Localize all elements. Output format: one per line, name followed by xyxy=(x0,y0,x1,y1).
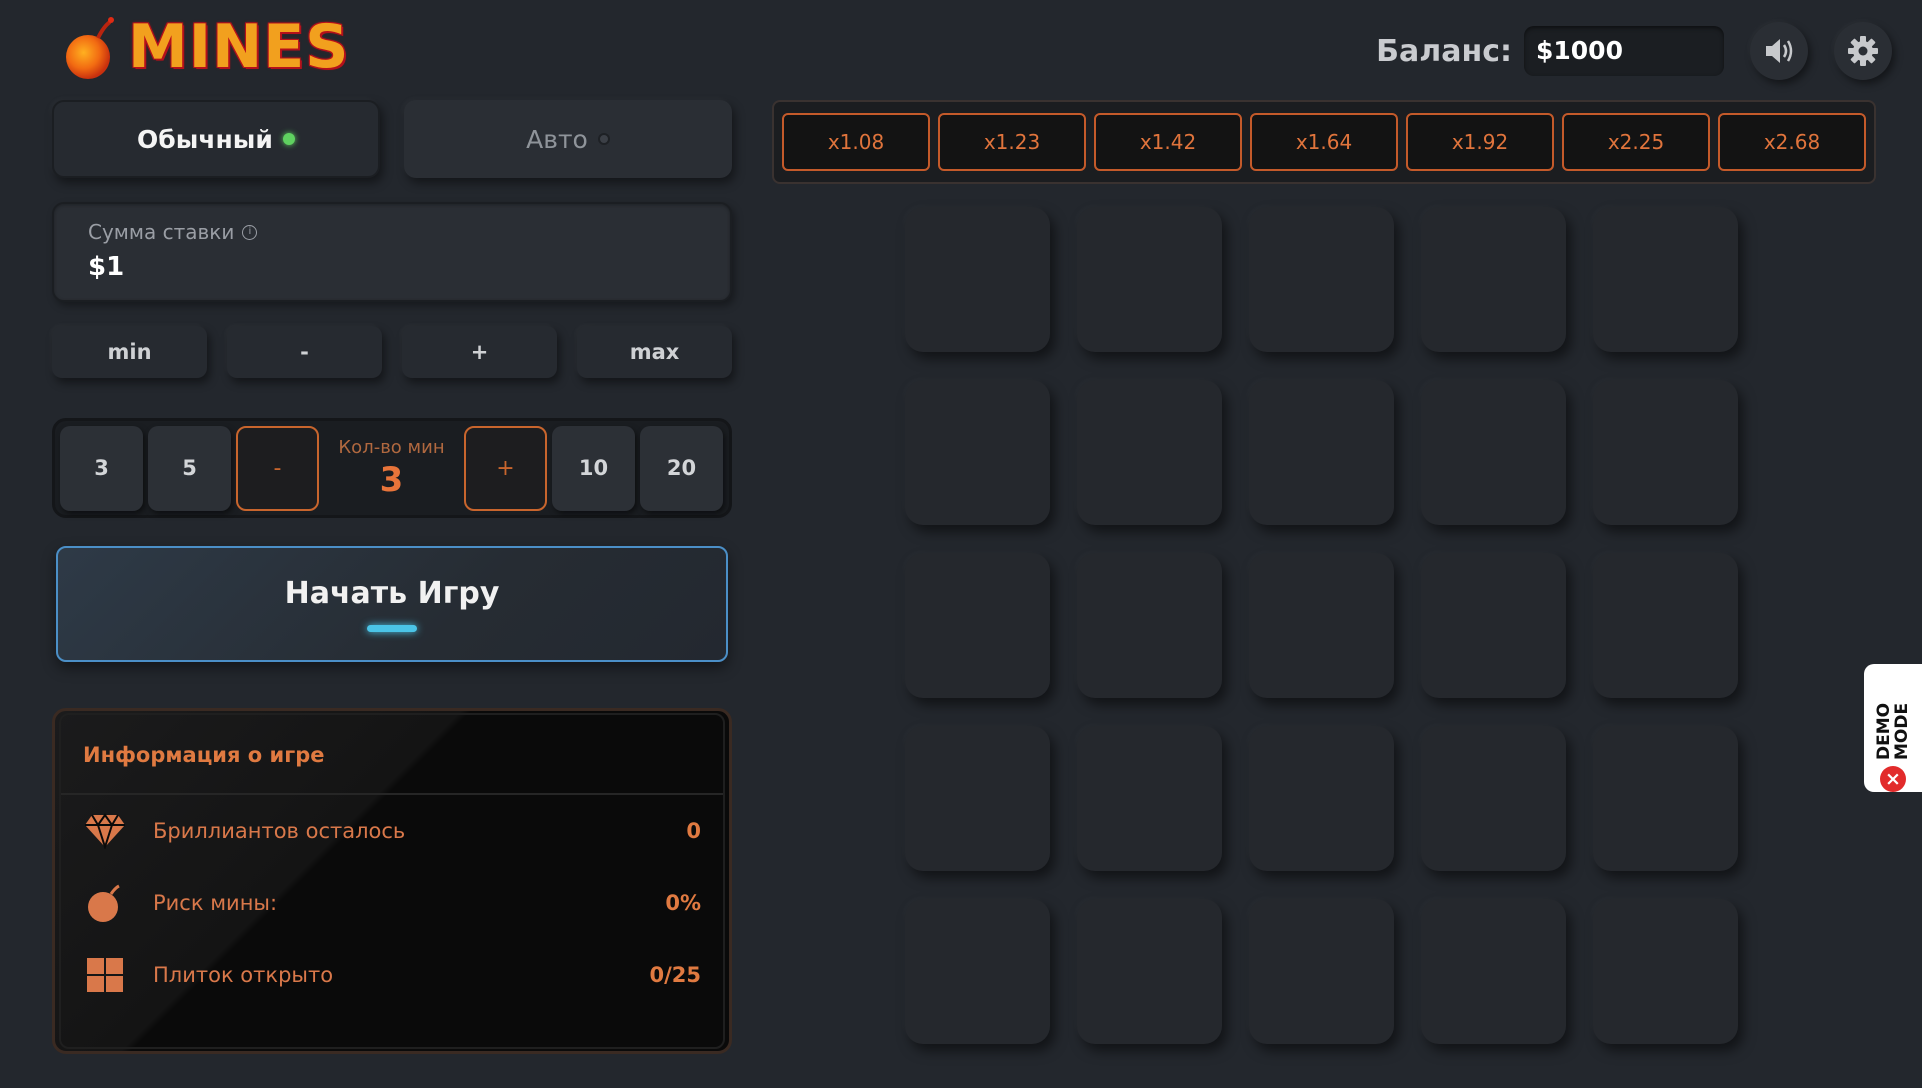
mines-selector: 3 5 - Кол-во мин 3 + 10 20 xyxy=(52,418,732,518)
grid-tile[interactable] xyxy=(1077,380,1222,525)
mines-option-20[interactable]: 20 xyxy=(640,425,723,511)
active-dot-icon xyxy=(282,133,295,145)
mines-count-label: Кол-во мин xyxy=(338,436,445,458)
mines-option-3[interactable]: 3 xyxy=(60,425,143,511)
logo-text: MINES xyxy=(128,12,350,82)
bomb-logo-icon xyxy=(60,12,122,82)
mode-tabs: Обычный Авто xyxy=(52,100,732,178)
grid-tile[interactable] xyxy=(1421,207,1566,352)
grid-tile[interactable] xyxy=(1077,726,1222,871)
close-icon[interactable]: × xyxy=(1880,766,1906,792)
grid-tile[interactable] xyxy=(1593,899,1738,1044)
game-grid xyxy=(905,207,1738,1044)
topbar-right: Баланс: $1000 xyxy=(1376,22,1892,80)
grid-tile[interactable] xyxy=(1077,207,1222,352)
bet-increase-button[interactable]: + xyxy=(402,326,557,378)
sound-button[interactable] xyxy=(1750,22,1808,80)
info-label: Риск мины: xyxy=(153,891,278,915)
game-info-panel: Информация о игре Бриллиантов осталось 0 xyxy=(52,708,732,1054)
tab-normal-label: Обычный xyxy=(137,124,273,154)
multiplier-chip: x2.68 xyxy=(1718,113,1866,171)
inactive-dot-icon xyxy=(597,133,610,145)
tab-auto-label: Авто xyxy=(526,124,588,154)
info-row-tiles: Плиток открыто 0/25 xyxy=(61,939,723,1011)
info-label: Бриллиантов осталось xyxy=(153,819,406,843)
grid-tile[interactable] xyxy=(905,726,1050,871)
grid-tile[interactable] xyxy=(905,899,1050,1044)
mines-option-5[interactable]: 5 xyxy=(148,425,231,511)
logo: MINES xyxy=(60,12,349,82)
game-info-title: Информация о игре xyxy=(61,715,723,795)
mines-count-value: 3 xyxy=(379,459,404,500)
bet-adjust-row: min - + max xyxy=(52,326,732,378)
info-value: 0% xyxy=(665,891,701,915)
multiplier-chip: x1.23 xyxy=(938,113,1086,171)
grid-tile[interactable] xyxy=(1249,553,1394,698)
grid-tile[interactable] xyxy=(1077,899,1222,1044)
info-value: 0/25 xyxy=(649,963,701,987)
demo-mode-text: DEMO MODE xyxy=(1874,702,1912,760)
grid-tile[interactable] xyxy=(905,380,1050,525)
multiplier-chip: x1.08 xyxy=(782,113,930,171)
info-row-risk: Риск мины: 0% xyxy=(61,867,723,939)
mines-count: Кол-во мин 3 xyxy=(324,437,459,500)
multiplier-chip: x1.64 xyxy=(1250,113,1398,171)
gear-icon xyxy=(1848,36,1878,66)
control-panel: Обычный Авто Сумма ставки i $1 min - + m… xyxy=(52,100,732,1054)
settings-button[interactable] xyxy=(1834,22,1892,80)
info-value: 0 xyxy=(686,819,701,843)
grid-tile[interactable] xyxy=(1077,553,1222,698)
game-info-inner: Информация о игре Бриллиантов осталось 0 xyxy=(59,713,725,1049)
grid-tile[interactable] xyxy=(1421,380,1566,525)
tab-normal[interactable]: Обычный xyxy=(52,100,380,178)
start-game-button[interactable]: Начать Игру xyxy=(56,546,728,662)
start-game-label: Начать Игру xyxy=(284,576,500,611)
bomb-icon xyxy=(83,883,127,923)
mines-decrease-button[interactable]: - xyxy=(236,425,319,511)
demo-mode-badge: DEMO MODE × xyxy=(1864,664,1922,792)
diamond-icon xyxy=(83,811,127,851)
bet-value[interactable]: $1 xyxy=(88,252,696,282)
multiplier-chip: x2.25 xyxy=(1562,113,1710,171)
bet-amount-field[interactable]: Сумма ставки i $1 xyxy=(52,202,732,302)
bet-decrease-button[interactable]: - xyxy=(227,326,382,378)
grid-tile[interactable] xyxy=(1593,726,1738,871)
balance-label: Баланс: xyxy=(1376,33,1512,69)
grid-tile[interactable] xyxy=(1249,380,1394,525)
grid-tile[interactable] xyxy=(1249,726,1394,871)
grid-tile[interactable] xyxy=(905,553,1050,698)
multiplier-bar: x1.08 x1.23 x1.42 x1.64 x1.92 x2.25 x2.6… xyxy=(772,100,1876,184)
multiplier-chip: x1.42 xyxy=(1094,113,1242,171)
grid-tile[interactable] xyxy=(1593,380,1738,525)
grid-tile[interactable] xyxy=(1421,553,1566,698)
bet-label-row: Сумма ставки i xyxy=(88,220,696,244)
bet-label: Сумма ставки xyxy=(88,220,235,244)
grid-tile[interactable] xyxy=(1249,899,1394,1044)
info-icon[interactable]: i xyxy=(242,224,258,240)
mines-increase-button[interactable]: + xyxy=(464,425,547,511)
grid-tile[interactable] xyxy=(1593,207,1738,352)
tab-auto[interactable]: Авто xyxy=(404,100,732,178)
mines-option-10[interactable]: 10 xyxy=(552,425,635,511)
grid-tile[interactable] xyxy=(905,207,1050,352)
start-indicator-bar xyxy=(367,625,417,632)
bet-min-button[interactable]: min xyxy=(52,326,207,378)
info-label: Плиток открыто xyxy=(153,963,334,987)
speaker-icon xyxy=(1766,39,1793,63)
bet-max-button[interactable]: max xyxy=(577,326,732,378)
grid-tile[interactable] xyxy=(1421,726,1566,871)
grid-tile[interactable] xyxy=(1249,207,1394,352)
grid-tile[interactable] xyxy=(1593,553,1738,698)
multiplier-chip: x1.92 xyxy=(1406,113,1554,171)
info-row-diamonds: Бриллиантов осталось 0 xyxy=(61,795,723,867)
balance-value: $1000 xyxy=(1524,26,1724,76)
tiles-icon xyxy=(83,955,127,995)
grid-tile[interactable] xyxy=(1421,899,1566,1044)
